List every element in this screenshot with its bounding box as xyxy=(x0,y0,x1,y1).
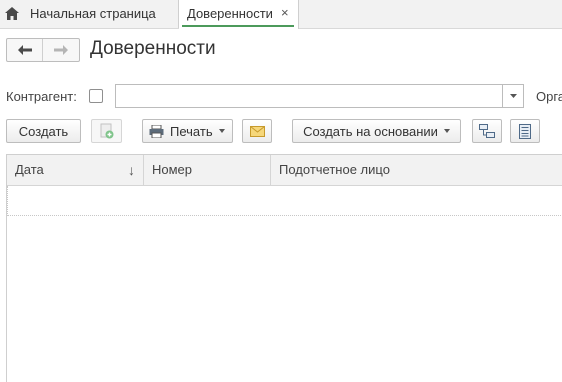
home-icon[interactable] xyxy=(5,7,19,20)
column-header-date-label: Дата xyxy=(15,162,44,177)
column-header-person-label: Подотчетное лицо xyxy=(279,162,390,177)
column-header-number-label: Номер xyxy=(152,162,193,177)
back-button[interactable] xyxy=(7,39,43,61)
counterparty-filter-checkbox[interactable] xyxy=(89,89,103,103)
column-header-accountable-person[interactable]: Подотчетное лицо xyxy=(271,155,562,186)
column-header-number[interactable]: Номер xyxy=(144,155,271,186)
back-arrow-icon xyxy=(17,45,32,55)
history-navigation xyxy=(6,38,80,62)
envelope-icon xyxy=(249,125,265,137)
create-based-on-button[interactable]: Создать на основании xyxy=(292,119,461,143)
copy-button[interactable] xyxy=(91,119,122,143)
print-button-label: Печать xyxy=(170,123,213,139)
list-settings-button[interactable] xyxy=(510,119,540,143)
chevron-down-icon xyxy=(218,129,225,133)
copy-add-icon xyxy=(100,123,113,139)
powers-of-attorney-table[interactable]: Дата ↓ Номер Подотчетное лицо xyxy=(6,154,562,382)
active-tab-indicator xyxy=(182,25,294,27)
print-button[interactable]: Печать xyxy=(142,119,233,143)
forward-button[interactable] xyxy=(43,39,79,61)
tab-bar: Начальная страница Доверенности × xyxy=(0,0,562,29)
create-based-on-label: Создать на основании xyxy=(303,123,438,139)
page-title: Доверенности xyxy=(90,38,216,59)
dropdown-arrow-icon xyxy=(509,94,517,98)
forward-arrow-icon xyxy=(54,45,68,55)
table-row[interactable] xyxy=(7,186,562,216)
sort-descending-icon: ↓ xyxy=(128,162,135,178)
create-button-label: Создать xyxy=(18,123,69,139)
tab-home[interactable]: Начальная страница xyxy=(30,6,156,21)
structure-button[interactable] xyxy=(472,119,502,143)
structure-icon xyxy=(479,124,495,138)
counterparty-input[interactable] xyxy=(115,84,503,108)
chevron-down-icon xyxy=(443,129,450,133)
organization-label: Орга xyxy=(536,89,562,104)
close-icon[interactable]: × xyxy=(281,5,289,20)
printer-icon xyxy=(149,124,164,138)
row-focus-marker xyxy=(7,186,8,216)
email-button[interactable] xyxy=(242,119,272,143)
column-header-date[interactable]: Дата ↓ xyxy=(7,155,144,186)
tab-active-label: Доверенности xyxy=(187,6,273,21)
counterparty-dropdown-button[interactable] xyxy=(503,84,524,108)
counterparty-label: Контрагент: xyxy=(6,89,77,104)
list-settings-icon xyxy=(519,123,531,139)
create-button[interactable]: Создать xyxy=(6,119,81,143)
app-window: Начальная страница Доверенности × Довере… xyxy=(0,0,562,382)
tab-powers-of-attorney[interactable]: Доверенности × xyxy=(179,0,299,29)
table-header: Дата ↓ Номер Подотчетное лицо xyxy=(7,155,562,186)
